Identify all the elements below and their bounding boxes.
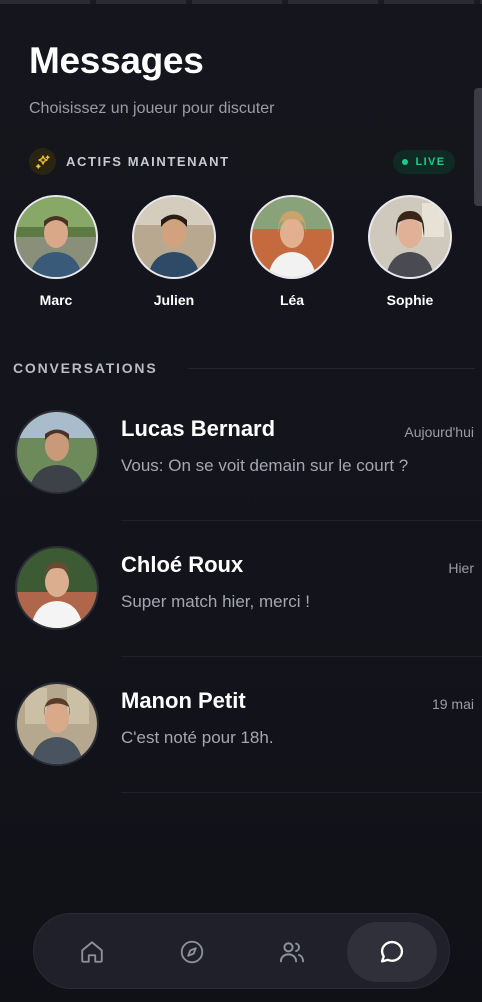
divider [188, 368, 475, 369]
active-player-lea[interactable]: Léa [250, 195, 334, 308]
active-player-marc[interactable]: Marc [14, 195, 98, 308]
conversation-time: Hier [448, 560, 474, 576]
nav-home[interactable] [47, 922, 137, 982]
active-players-list: Marc Julien Léa Sophie [14, 195, 482, 315]
nav-players[interactable] [247, 922, 337, 982]
active-player-name: Léa [279, 292, 305, 308]
chat-icon [380, 940, 404, 963]
active-player-name: Marc [39, 292, 73, 308]
bottom-nav [33, 913, 450, 989]
conversation-preview: Super match hier, merci ! [121, 592, 310, 611]
live-badge: LIVE [393, 150, 455, 174]
avatar-frame [15, 546, 99, 630]
home-icon [81, 941, 103, 963]
page-subtitle: Choisissez un joueur pour discuter [29, 100, 275, 117]
compass-icon [180, 940, 204, 964]
active-player-name: Sophie [386, 292, 434, 308]
conversations-header: CONVERSATIONS [13, 360, 475, 378]
conversation-time: Aujourd'hui [404, 424, 474, 440]
conversation-item-chloe-roux[interactable]: Chloé Roux Hier Super match hier, merci … [15, 546, 482, 657]
scroll-indicator[interactable] [474, 88, 482, 206]
avatar [17, 548, 97, 628]
nav-messages[interactable] [347, 922, 437, 982]
avatar-ring [132, 195, 216, 279]
divider [121, 520, 482, 521]
conversation-preview: C'est noté pour 18h. [121, 728, 274, 747]
conversation-preview: Vous: On se voit demain sur le court ? [121, 456, 409, 475]
conversation-time: 19 mai [431, 696, 474, 712]
conversation-name: Lucas Bernard [121, 416, 276, 441]
page-title: Messages [29, 40, 204, 81]
avatar-ring [14, 195, 98, 279]
avatar-frame [15, 682, 99, 766]
sparkles-icon [29, 148, 56, 175]
avatar [370, 197, 450, 277]
conversation-item-lucas-bernard[interactable]: Lucas Bernard Aujourd'hui Vous: On se vo… [15, 410, 482, 521]
messages-screen: Messages Choisissez un joueur pour discu… [0, 0, 482, 1002]
active-now-label: ACTIFS MAINTENANT [66, 154, 230, 169]
conversation-item-manon-petit[interactable]: Manon Petit 19 mai C'est noté pour 18h. [15, 682, 482, 793]
avatar [16, 197, 96, 277]
avatar [252, 197, 332, 277]
avatar [17, 412, 97, 492]
active-player-julien[interactable]: Julien [132, 195, 216, 308]
live-dot-icon [402, 159, 409, 165]
conversation-name: Chloé Roux [121, 552, 244, 577]
avatar [134, 197, 214, 277]
avatar-ring [368, 195, 452, 279]
avatar-ring [250, 195, 334, 279]
users-icon [279, 942, 305, 963]
divider [121, 656, 482, 657]
status-strip [0, 0, 482, 4]
active-player-sophie[interactable]: Sophie [368, 195, 452, 308]
active-now-header: ACTIFS MAINTENANT LIVE [29, 148, 455, 176]
live-badge-label: LIVE [415, 156, 446, 168]
avatar [17, 684, 97, 764]
conversations-label: CONVERSATIONS [13, 360, 158, 376]
nav-explore[interactable] [147, 922, 237, 982]
active-player-name: Julien [153, 292, 195, 308]
conversation-name: Manon Petit [121, 688, 246, 713]
avatar-frame [15, 410, 99, 494]
divider [121, 792, 482, 793]
